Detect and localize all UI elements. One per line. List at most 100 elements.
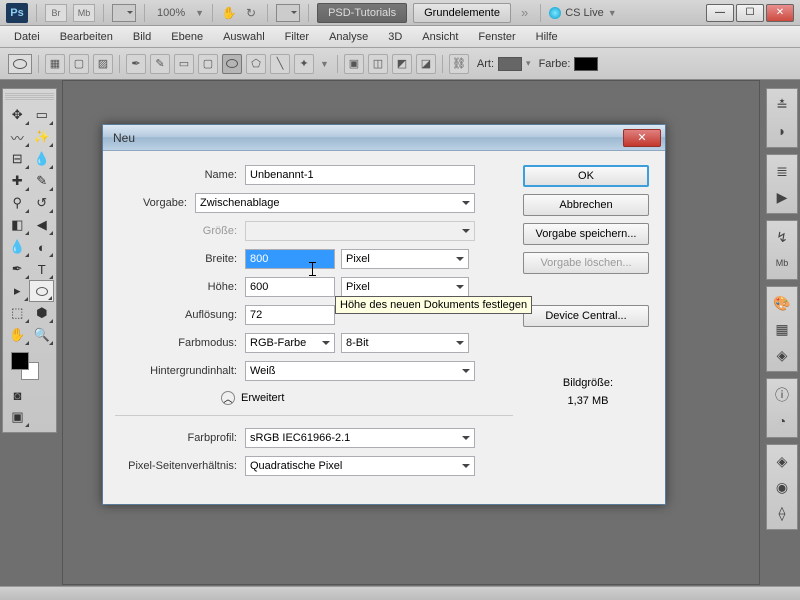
hand-tool-icon[interactable]: ✋ <box>221 5 237 21</box>
link-icon[interactable]: ⛓ <box>449 54 469 74</box>
dialog-titlebar[interactable]: Neu ✕ <box>103 125 665 151</box>
eyedropper-tool-icon[interactable]: 💧 <box>30 148 55 170</box>
path-select-icon[interactable]: ▸ <box>5 280 29 302</box>
info-panel-icon[interactable]: ⓘ <box>767 382 797 408</box>
menu-ebene[interactable]: Ebene <box>161 28 213 46</box>
adjustments-panel-icon[interactable]: ≛ <box>767 92 797 118</box>
zoom-level[interactable]: 100% <box>153 7 189 19</box>
name-field[interactable] <box>245 165 475 185</box>
screenmode-icon[interactable]: ▣ <box>5 406 30 428</box>
menu-datei[interactable]: Datei <box>4 28 50 46</box>
bridge-button[interactable]: Br <box>45 4 67 22</box>
arrange-dropdown[interactable] <box>276 4 300 22</box>
color-panel-icon[interactable]: 🎨 <box>767 290 797 316</box>
styles-panel-icon[interactable]: ◈ <box>767 342 797 368</box>
advanced-toggle[interactable]: ︿ Erweitert <box>221 391 513 405</box>
minibridge-button[interactable]: Mb <box>73 4 95 22</box>
cs-live-button[interactable]: CS Live▼ <box>549 7 616 19</box>
path-op-2-icon[interactable]: ◫ <box>368 54 388 74</box>
menu-hilfe[interactable]: Hilfe <box>526 28 568 46</box>
menu-fenster[interactable]: Fenster <box>468 28 525 46</box>
type-tool-icon[interactable]: T <box>30 258 55 280</box>
shape-tool-icon[interactable] <box>29 280 54 302</box>
shape-layers-icon[interactable]: ▦ <box>45 54 65 74</box>
quickmask-icon[interactable]: ◙ <box>5 384 30 406</box>
minibridge-panel-icon[interactable]: Mb <box>767 250 797 276</box>
background-dropdown[interactable]: Weiß <box>245 361 475 381</box>
path-op-1-icon[interactable]: ▣ <box>344 54 364 74</box>
mask-panel-icon[interactable]: ◗ <box>767 118 797 144</box>
device-central-button[interactable]: Device Central... <box>523 305 649 327</box>
path-op-4-icon[interactable]: ◪ <box>416 54 436 74</box>
history-panel-icon[interactable]: ≣ <box>767 158 797 184</box>
histogram-panel-icon[interactable]: ◔ <box>767 408 797 434</box>
nav-panel-icon[interactable]: ↯ <box>767 224 797 250</box>
eraser-tool-icon[interactable]: ◧ <box>5 214 30 236</box>
channels-panel-icon[interactable]: ◉ <box>767 474 797 500</box>
width-field[interactable] <box>245 249 335 269</box>
history-brush-icon[interactable]: ↺ <box>30 192 55 214</box>
width-unit-dropdown[interactable]: Pixel <box>341 249 469 269</box>
save-preset-button[interactable]: Vorgabe speichern... <box>523 223 649 245</box>
stamp-tool-icon[interactable]: ⚲ <box>5 192 30 214</box>
height-field[interactable] <box>245 277 335 297</box>
menu-filter[interactable]: Filter <box>275 28 319 46</box>
paths-icon[interactable]: ▢ <box>69 54 89 74</box>
path-op-3-icon[interactable]: ◩ <box>392 54 412 74</box>
cancel-button[interactable]: Abbrechen <box>523 194 649 216</box>
style-swatch[interactable] <box>498 57 522 71</box>
workspace-overflow-icon[interactable]: » <box>517 5 532 20</box>
menu-bearbeiten[interactable]: Bearbeiten <box>50 28 123 46</box>
pen-tool-icon[interactable]: ✒ <box>5 258 30 280</box>
rectangle-shape-icon[interactable]: ▭ <box>174 54 194 74</box>
preset-dropdown[interactable]: Zwischenablage <box>195 193 475 213</box>
current-tool-icon[interactable] <box>8 54 32 74</box>
menu-auswahl[interactable]: Auswahl <box>213 28 275 46</box>
swatches-panel-icon[interactable]: ▦ <box>767 316 797 342</box>
line-shape-icon[interactable]: ╲ <box>270 54 290 74</box>
custom-shape-icon[interactable]: ✦ <box>294 54 314 74</box>
gradient-tool-icon[interactable]: ◀ <box>30 214 55 236</box>
window-close-button[interactable]: ✕ <box>766 4 794 22</box>
window-minimize-button[interactable]: — <box>706 4 734 22</box>
menu-analyse[interactable]: Analyse <box>319 28 378 46</box>
lasso-tool-icon[interactable]: 〰 <box>5 126 30 148</box>
profile-dropdown[interactable]: sRGB IEC61966-2.1 <box>245 428 475 448</box>
dialog-close-button[interactable]: ✕ <box>623 129 661 147</box>
wand-tool-icon[interactable]: ✨ <box>30 126 55 148</box>
color-swatch[interactable] <box>574 57 598 71</box>
crop-tool-icon[interactable]: ⊟ <box>5 148 30 170</box>
rotate-view-icon[interactable]: ↻ <box>243 5 259 21</box>
rounded-rect-icon[interactable]: ▢ <box>198 54 218 74</box>
zoom-tool-icon[interactable]: 🔍 <box>30 324 55 346</box>
pixelratio-dropdown[interactable]: Quadratische Pixel <box>245 456 475 476</box>
pen-icon[interactable]: ✒ <box>126 54 146 74</box>
hand-tool2-icon[interactable]: ✋ <box>5 324 30 346</box>
move-tool-icon[interactable]: ✥ <box>5 104 30 126</box>
ps-logo-icon[interactable]: Ps <box>6 3 28 23</box>
paths-panel-icon[interactable]: ⟠ <box>767 500 797 526</box>
brush-tool-icon[interactable]: ✎ <box>30 170 55 192</box>
dodge-tool-icon[interactable]: ◐ <box>30 236 55 258</box>
blur-tool-icon[interactable]: 💧 <box>5 236 30 258</box>
heal-tool-icon[interactable]: ✚ <box>5 170 30 192</box>
bitdepth-dropdown[interactable]: 8-Bit <box>341 333 469 353</box>
layers-panel-icon[interactable]: ◈ <box>767 448 797 474</box>
screen-mode-dropdown[interactable] <box>112 4 136 22</box>
fill-pixels-icon[interactable]: ▨ <box>93 54 113 74</box>
window-maximize-button[interactable]: ☐ <box>736 4 764 22</box>
3d-tool-icon[interactable]: ⬚ <box>5 302 30 324</box>
height-unit-dropdown[interactable]: Pixel <box>341 277 469 297</box>
freeform-pen-icon[interactable]: ✎ <box>150 54 170 74</box>
menu-bild[interactable]: Bild <box>123 28 161 46</box>
3d-camera-icon[interactable]: ⬢ <box>30 302 55 324</box>
polygon-shape-icon[interactable]: ⬠ <box>246 54 266 74</box>
menu-ansicht[interactable]: Ansicht <box>412 28 468 46</box>
actions-panel-icon[interactable]: ▶ <box>767 184 797 210</box>
marquee-tool-icon[interactable]: ▭ <box>30 104 55 126</box>
workspace-tab-grundelemente[interactable]: Grundelemente <box>413 3 511 23</box>
workspace-tab-tutorials[interactable]: PSD-Tutorials <box>317 3 407 23</box>
resolution-field[interactable] <box>245 305 335 325</box>
menu-3d[interactable]: 3D <box>378 28 412 46</box>
colormode-dropdown[interactable]: RGB-Farbe <box>245 333 335 353</box>
